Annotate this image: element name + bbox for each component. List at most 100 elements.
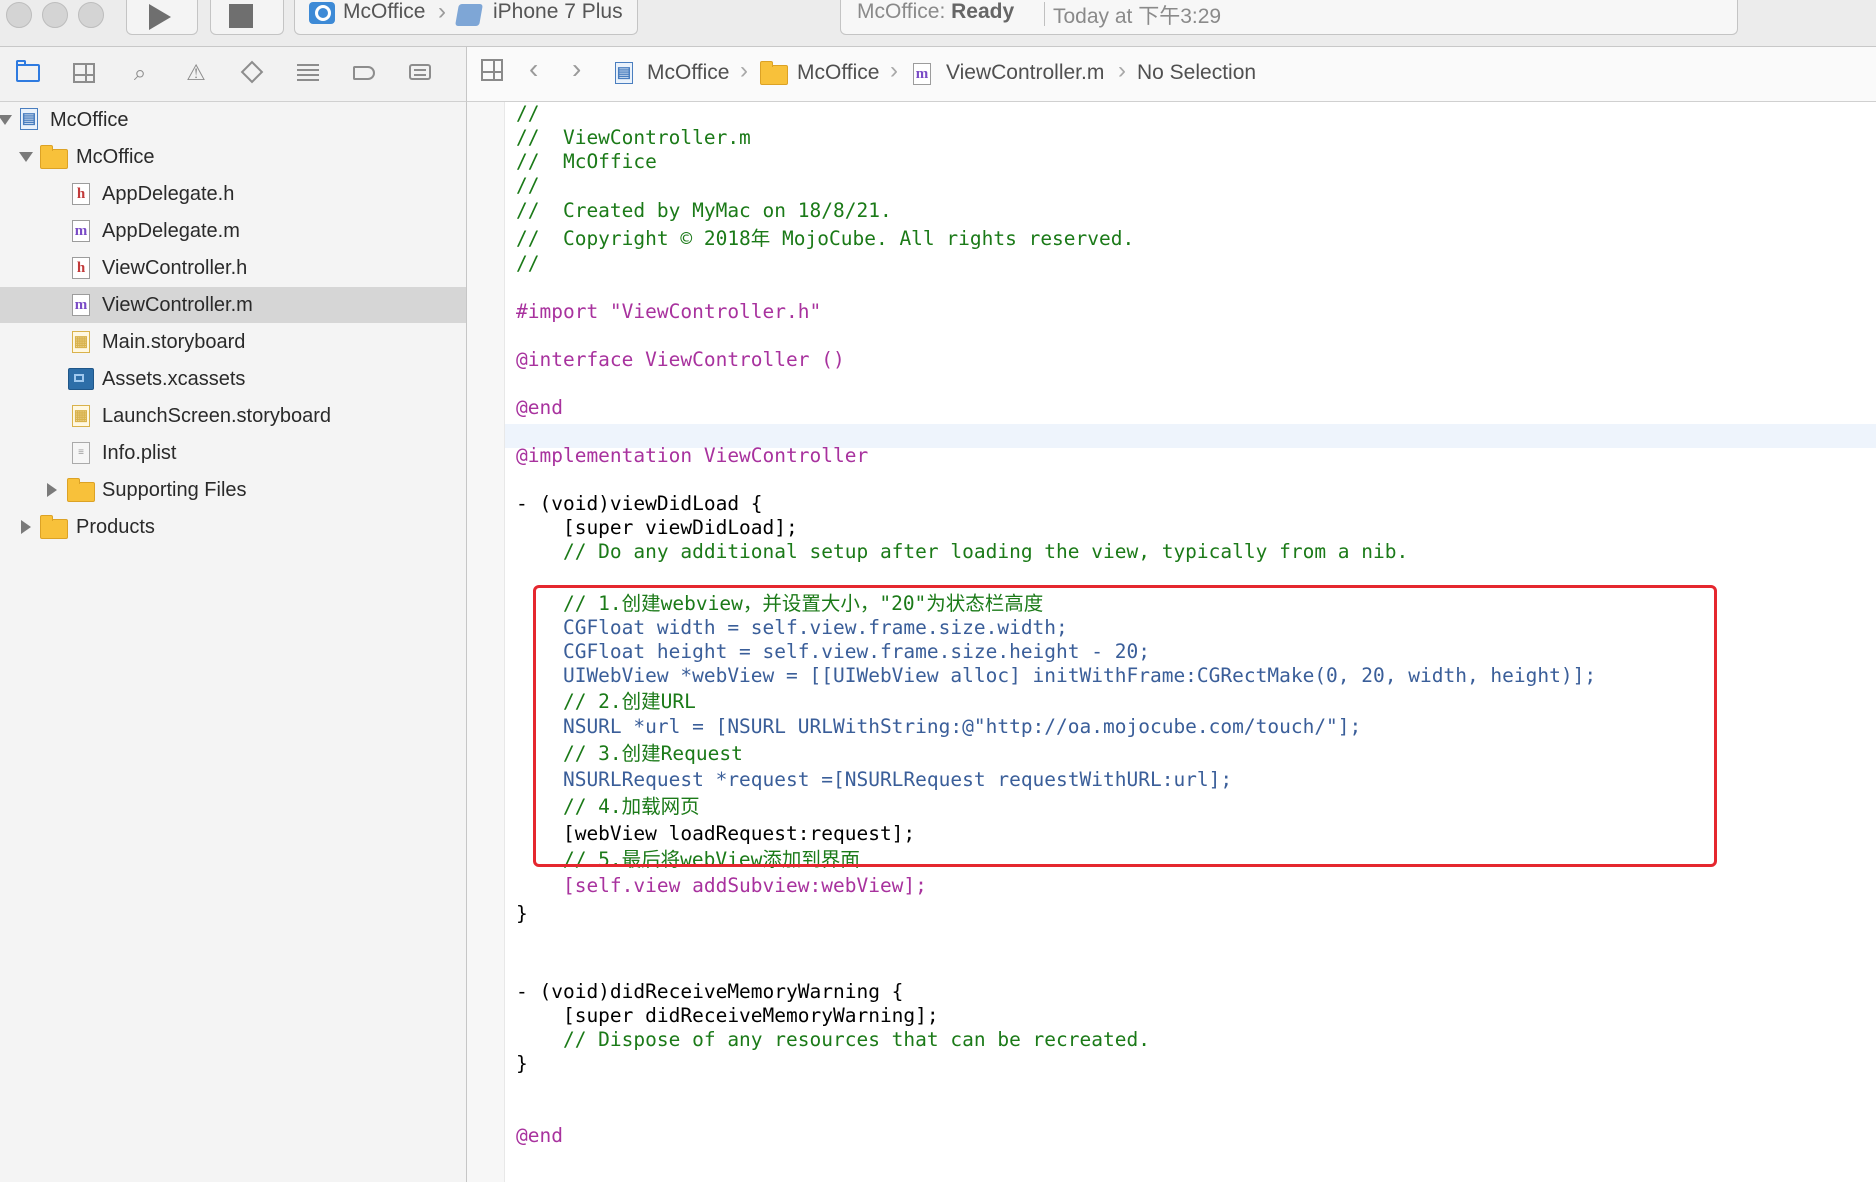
tree-item-file-selected[interactable]: m ViewController.m (0, 287, 466, 323)
related-items-icon[interactable] (481, 59, 503, 81)
objc-file-icon: m (913, 63, 931, 85)
tree-item-group[interactable]: McOffice (0, 139, 466, 175)
jump-bar: ‹ › ▤ McOffice › McOffice › m ViewContro… (467, 47, 1876, 102)
tree-item-group[interactable]: Supporting Files (0, 472, 466, 508)
stop-icon (229, 4, 253, 28)
highlight-annotation-box (533, 585, 1717, 867)
code-line: [super viewDidLoad]; (516, 516, 798, 539)
objc-file-icon: m (72, 294, 90, 316)
forward-arrow-icon[interactable]: › (572, 55, 581, 83)
tree-item-label: AppDelegate.m (102, 220, 240, 242)
folder-icon (760, 61, 788, 85)
tree-item-group[interactable]: Products (0, 509, 466, 545)
tree-item-label: LaunchScreen.storyboard (102, 405, 332, 427)
status-time: Today at 下午3:29 (1053, 5, 1222, 28)
header-file-icon: h (72, 257, 90, 279)
chevron-right-icon: › (890, 57, 898, 84)
crumb-symbol[interactable]: No Selection (1137, 61, 1256, 85)
folder-icon (40, 515, 68, 539)
plist-file-icon: ≡ (72, 442, 90, 464)
code-line: // Do any additional setup after loading… (516, 540, 1409, 563)
disclosure-closed-icon[interactable] (21, 520, 31, 534)
tree-item-file[interactable]: ▦ LaunchScreen.storyboard (0, 398, 466, 434)
folder-icon (67, 478, 95, 502)
status-state: Ready (951, 0, 1015, 23)
code-line: // (516, 102, 540, 125)
code-line: // ViewController.m (516, 126, 751, 149)
status-text: McOffice: Ready (857, 0, 1014, 24)
code-line: - (void)viewDidLoad { (516, 492, 763, 515)
navigator-selector-bar: ⌕ ⚠ (0, 47, 467, 102)
tree-item-label: McOffice (50, 109, 129, 131)
chevron-right-icon: › (740, 57, 748, 84)
device-icon (455, 4, 483, 26)
back-arrow-icon[interactable]: ‹ (529, 55, 538, 83)
run-button[interactable] (126, 0, 198, 35)
crumb-project[interactable]: McOffice (647, 61, 729, 85)
project-navigator-icon[interactable] (16, 60, 42, 85)
code-line: // Created by MyMac on 18/8/21. (516, 199, 892, 222)
code-line: @implementation ViewController (516, 444, 869, 467)
code-line: // (516, 252, 540, 275)
scheme-app-label: McOffice (343, 0, 426, 23)
find-navigator-icon[interactable]: ⌕ (127, 61, 153, 85)
crumb-file[interactable]: ViewController.m (946, 61, 1104, 85)
storyboard-file-icon: ▦ (72, 405, 90, 427)
code-line: @end (516, 396, 563, 419)
code-line: #import "ViewController.h" (516, 300, 822, 323)
folder-icon (40, 145, 68, 169)
project-file-icon: ▤ (20, 108, 38, 130)
tree-item-file[interactable]: h AppDelegate.h (0, 176, 466, 212)
tree-item-file[interactable]: ▦ Main.storyboard (0, 324, 466, 360)
code-line: [self.view addSubview:webView]; (516, 874, 927, 897)
breakpoint-navigator-icon[interactable] (351, 61, 377, 85)
app-icon (309, 2, 335, 24)
tree-item-label: Main.storyboard (102, 331, 246, 353)
storyboard-file-icon: ▦ (72, 331, 90, 353)
code-line: @interface ViewController () (516, 348, 845, 371)
chevron-right-icon: › (438, 0, 446, 25)
tree-item-file[interactable]: h ViewController.h (0, 250, 466, 286)
issue-navigator-icon[interactable]: ⚠ (183, 61, 209, 85)
disclosure-open-icon[interactable] (19, 152, 33, 162)
code-line: @end (516, 1124, 563, 1147)
status-app-label: McOffice: (857, 0, 946, 23)
disclosure-open-icon[interactable] (0, 115, 12, 125)
report-navigator-icon[interactable] (407, 61, 433, 85)
close-window-button[interactable] (6, 2, 32, 28)
code-line: // McOffice (516, 150, 657, 173)
tree-item-label: ViewController.h (102, 257, 248, 279)
tree-item-file[interactable]: m AppDelegate.m (0, 213, 466, 249)
asset-catalog-icon (68, 368, 94, 390)
crumb-group[interactable]: McOffice (797, 61, 879, 85)
source-editor[interactable]: // // ViewController.m // McOffice // //… (467, 102, 1876, 1182)
tree-item-file[interactable]: Assets.xcassets (0, 361, 466, 397)
test-navigator-icon[interactable] (239, 60, 265, 85)
tree-item-label: Assets.xcassets (102, 368, 246, 390)
status-divider (1044, 2, 1045, 26)
tree-item-label: Products (76, 516, 155, 538)
scheme-selector[interactable]: McOffice › iPhone 7 Plus (294, 0, 638, 35)
objc-file-icon: m (72, 220, 90, 242)
code-line: // Copyright © 2018年 MojoCube. All right… (516, 227, 1135, 250)
code-line: [super didReceiveMemoryWarning]; (516, 1004, 939, 1027)
code-line: } (516, 902, 528, 925)
tree-item-label: Supporting Files (102, 479, 247, 501)
line-number-gutter[interactable] (467, 102, 505, 1182)
symbol-navigator-icon[interactable] (71, 61, 97, 85)
stop-button[interactable] (210, 0, 284, 35)
code-line: // Dispose of any resources that can be … (516, 1028, 1150, 1051)
tree-item-label: AppDelegate.h (102, 183, 235, 205)
tree-item-project[interactable]: ▤ McOffice (0, 102, 466, 138)
scheme-device-label[interactable]: iPhone 7 Plus (493, 0, 623, 24)
minimize-window-button[interactable] (42, 2, 68, 28)
tree-item-file[interactable]: ≡ Info.plist (0, 435, 466, 471)
debug-navigator-icon[interactable] (295, 61, 321, 85)
window-toolbar: McOffice › iPhone 7 Plus McOffice: Ready… (0, 0, 1876, 47)
zoom-window-button[interactable] (78, 2, 104, 28)
code-line: - (void)didReceiveMemoryWarning { (516, 980, 904, 1003)
tree-item-label: ViewController.m (102, 294, 253, 316)
play-icon (149, 4, 171, 30)
disclosure-closed-icon[interactable] (47, 483, 57, 497)
project-navigator: ▤ McOffice McOffice h AppDelegate.h m Ap… (0, 102, 467, 1182)
